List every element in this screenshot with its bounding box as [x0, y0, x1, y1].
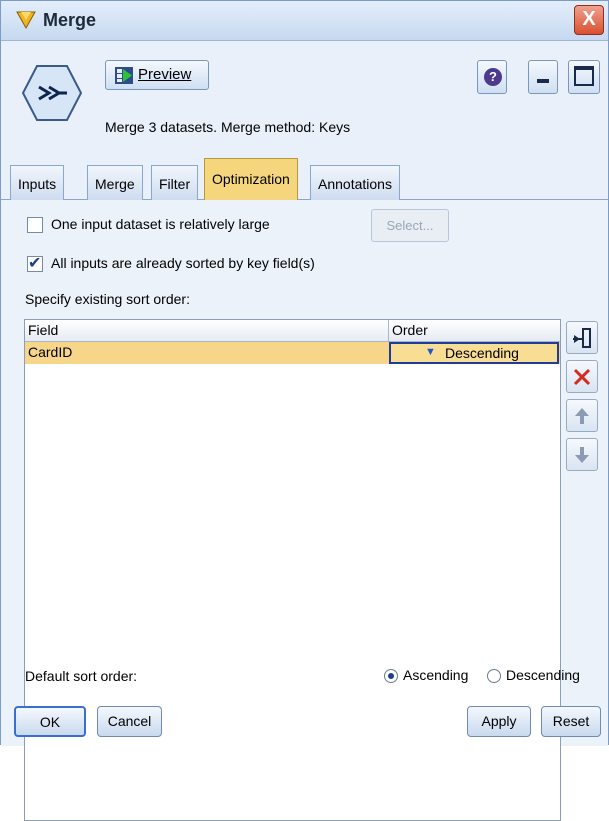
dropdown-icon: ▼ — [425, 346, 436, 358]
add-field-icon — [573, 328, 591, 348]
column-header-order[interactable]: Order — [389, 320, 560, 342]
arrow-down-icon — [575, 447, 589, 463]
tab-merge[interactable]: Merge — [87, 165, 143, 200]
apply-button[interactable]: Apply — [467, 706, 531, 737]
order-cell[interactable]: ▼ Descending — [389, 342, 559, 364]
maximize-button[interactable] — [568, 60, 600, 94]
column-header-field[interactable]: Field — [25, 320, 389, 342]
preview-label: Preview — [138, 66, 192, 83]
ascending-label: Ascending — [403, 667, 469, 683]
table-row[interactable]: CardID ▼ Descending — [25, 342, 560, 364]
minimize-button[interactable] — [528, 60, 558, 94]
add-field-button[interactable] — [566, 321, 598, 354]
descending-label: Descending — [506, 667, 580, 683]
merge-node-icon — [16, 11, 36, 30]
arrow-up-icon — [575, 408, 589, 424]
node-description: Merge 3 datasets. Merge method: Keys — [105, 119, 351, 135]
close-button[interactable]: X — [574, 5, 604, 35]
merge-dialog: Merge X Preview ? Merge 3 datasets. Merg… — [0, 0, 609, 821]
field-cell[interactable]: CardID — [25, 342, 389, 364]
move-down-button[interactable] — [566, 438, 598, 471]
optimization-panel: One input dataset is relatively large Se… — [1, 200, 608, 821]
tab-annotations[interactable]: Annotations — [310, 165, 400, 200]
cancel-button[interactable]: Cancel — [97, 706, 162, 737]
tab-inputs[interactable]: Inputs — [10, 165, 65, 200]
large-input-label: One input dataset is relatively large — [51, 216, 270, 232]
dialog-header: Preview ? Merge 3 datasets. Merge method… — [1, 42, 608, 154]
minimize-icon — [537, 79, 549, 83]
preview-icon — [115, 67, 133, 84]
tab-bar: Inputs Merge Filter Optimization Annotat… — [1, 154, 608, 201]
delete-icon — [573, 368, 591, 386]
default-sort-label: Default sort order: — [25, 668, 138, 684]
select-button[interactable]: Select... — [371, 209, 449, 242]
specify-order-label: Specify existing sort order: — [25, 291, 190, 307]
preview-button[interactable]: Preview — [105, 60, 209, 90]
tab-filter[interactable]: Filter — [151, 165, 199, 200]
large-input-checkbox[interactable] — [27, 217, 43, 233]
tab-optimization[interactable]: Optimization — [204, 158, 298, 201]
ascending-radio[interactable] — [384, 669, 398, 683]
close-icon: X — [582, 8, 596, 30]
help-button[interactable]: ? — [477, 60, 507, 94]
delete-field-button[interactable] — [566, 360, 598, 393]
ok-button[interactable]: OK — [14, 706, 86, 737]
reset-button[interactable]: Reset — [541, 706, 601, 737]
maximize-icon — [574, 66, 594, 86]
help-icon: ? — [484, 68, 502, 86]
move-up-button[interactable] — [566, 399, 598, 432]
merge-icon — [21, 65, 83, 121]
sorted-label: All inputs are already sorted by key fie… — [51, 255, 315, 271]
window-title: Merge — [43, 10, 97, 30]
sorted-checkbox[interactable] — [27, 253, 43, 273]
title-bar: Merge X — [1, 1, 608, 41]
descending-radio[interactable] — [487, 669, 501, 683]
sort-order-table: Field Order CardID ▼ Descending — [24, 319, 561, 821]
order-value: Descending — [445, 345, 519, 361]
